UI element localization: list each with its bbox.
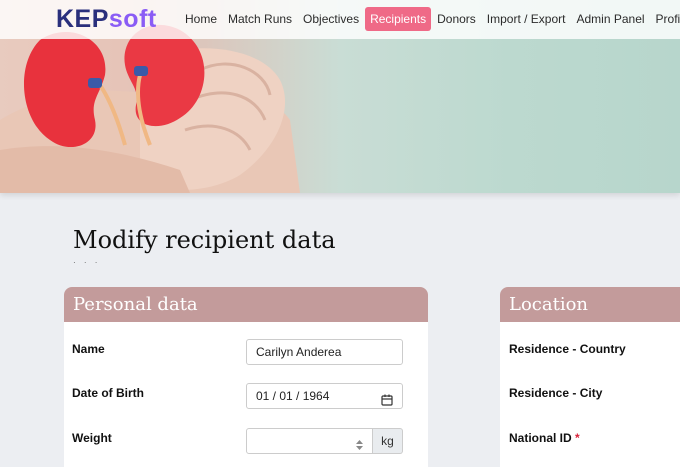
page-subtitle: · · · bbox=[73, 258, 101, 267]
brand-logo-kep: KEP bbox=[56, 5, 109, 33]
residence-city-label: Residence - City bbox=[509, 386, 603, 400]
residence-country-label: Residence - Country bbox=[509, 342, 626, 356]
name-input[interactable]: Carilyn Anderea bbox=[246, 339, 403, 365]
page-title: Modify recipient data bbox=[73, 226, 336, 254]
brand-logo-soft: soft bbox=[108, 5, 157, 33]
nav-item-recipients[interactable]: Recipients bbox=[365, 7, 432, 31]
nav-item-donors[interactable]: Donors bbox=[432, 7, 481, 31]
nav-item-match-runs[interactable]: Match Runs bbox=[223, 7, 297, 31]
dob-input[interactable]: 01 / 01 / 1964 bbox=[246, 383, 403, 409]
nav-item-profile[interactable]: Profile bbox=[651, 7, 680, 31]
weight-label: Weight bbox=[72, 431, 112, 445]
personal-data-header: Personal data bbox=[64, 287, 428, 322]
location-card: Location Residence - Country Residence -… bbox=[500, 287, 680, 467]
name-label: Name bbox=[72, 342, 105, 356]
personal-data-card: Personal data Name Carilyn Anderea Date … bbox=[64, 287, 428, 467]
required-marker: * bbox=[575, 431, 580, 445]
brand-logo[interactable]: KEPsoft bbox=[56, 4, 157, 34]
weight-input[interactable] bbox=[246, 428, 373, 454]
top-navbar: KEPsoft Home Match Runs Objectives Recip… bbox=[0, 0, 680, 39]
dob-label: Date of Birth bbox=[72, 386, 144, 400]
national-id-label: National ID * bbox=[509, 431, 580, 445]
national-id-label-text: National ID bbox=[509, 431, 572, 445]
number-spinner-icon[interactable] bbox=[355, 435, 364, 459]
nav-item-admin-panel[interactable]: Admin Panel bbox=[572, 7, 650, 31]
nav-item-import-export[interactable]: Import / Export bbox=[482, 7, 571, 31]
dob-value: 01 / 01 / 1964 bbox=[256, 389, 330, 403]
weight-unit-addon: kg bbox=[373, 428, 403, 454]
location-header: Location bbox=[500, 287, 680, 322]
calendar-icon[interactable] bbox=[381, 390, 393, 414]
nav-item-home[interactable]: Home bbox=[180, 7, 222, 31]
nav-menu: Home Match Runs Objectives Recipients Do… bbox=[180, 7, 680, 31]
nav-item-objectives[interactable]: Objectives bbox=[298, 7, 364, 31]
